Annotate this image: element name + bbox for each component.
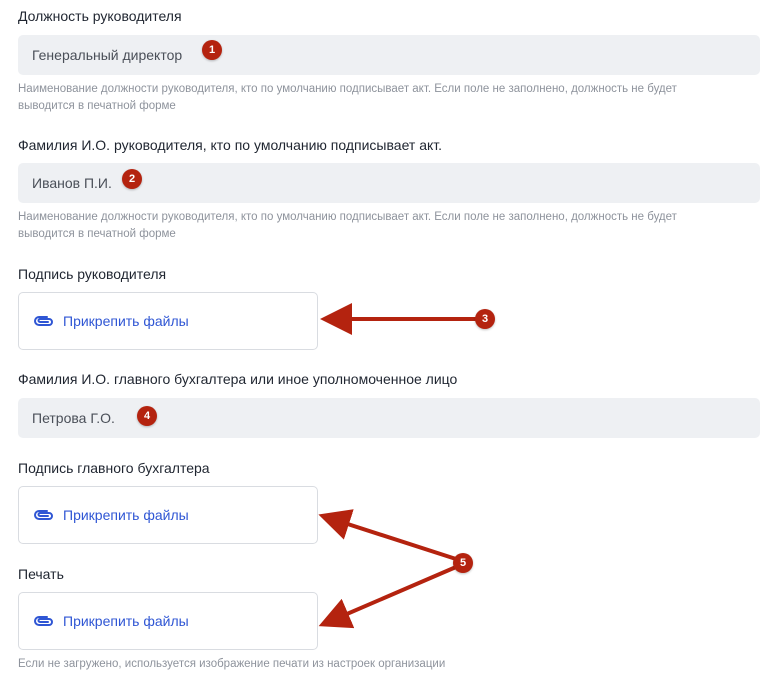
annotation-badge-4: 4 xyxy=(137,406,157,426)
annotation-badge-3: 3 xyxy=(475,309,495,329)
annotation-arrows xyxy=(318,303,480,629)
annotation-badge-5: 5 xyxy=(453,553,473,573)
annotation-badge-1: 1 xyxy=(202,40,222,60)
arrow-5-top xyxy=(318,509,458,561)
arrow-5-bottom xyxy=(318,565,458,629)
annotation-badge-2: 2 xyxy=(122,169,142,189)
